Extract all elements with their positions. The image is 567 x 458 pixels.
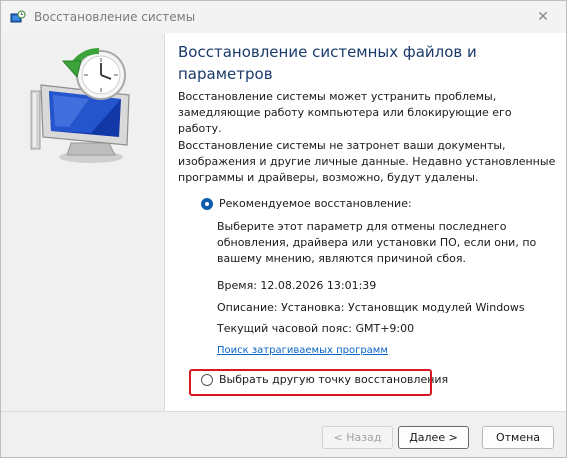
recommended-restore-option[interactable]: Рекомендуемое восстановление: <box>201 197 412 210</box>
window-title: Восстановление системы <box>34 10 196 24</box>
next-button[interactable]: Далее > <box>398 426 469 449</box>
restore-time: Время: 12.08.2026 13:01:39 <box>217 279 377 292</box>
highlight-box <box>189 369 432 396</box>
scan-affected-programs-link[interactable]: Поиск затрагиваемых программ <box>217 345 388 356</box>
intro-text: Восстановление системы может устранить п… <box>178 90 512 135</box>
title-bar: Восстановление системы ✕ <box>1 1 566 33</box>
cancel-button[interactable]: Отмена <box>482 426 554 449</box>
radio-selected[interactable] <box>201 197 213 210</box>
close-button[interactable]: ✕ <box>520 1 566 33</box>
info-text: Восстановление системы не затронет ваши … <box>178 139 556 184</box>
footer-divider <box>1 411 566 412</box>
restore-description: Описание: Установка: Установщик модулей … <box>217 301 525 314</box>
recommended-restore-label: Рекомендуемое восстановление: <box>219 197 412 210</box>
restore-timezone: Текущий часовой пояс: GMT+9:00 <box>217 322 415 335</box>
monitor-clock-restore-icon <box>30 47 130 163</box>
page-title: Восстановление системных файлов и параме… <box>178 43 477 83</box>
recommended-description: Выберите этот параметр для отмены послед… <box>217 220 537 265</box>
close-icon: ✕ <box>537 9 549 25</box>
left-panel <box>1 33 164 411</box>
content-panel: Восстановление системных файлов и параме… <box>164 33 566 411</box>
back-button[interactable]: < Назад <box>322 426 393 449</box>
system-restore-icon <box>10 10 26 23</box>
system-restore-window: Восстановление системы ✕ Восстановление … <box>0 0 567 458</box>
